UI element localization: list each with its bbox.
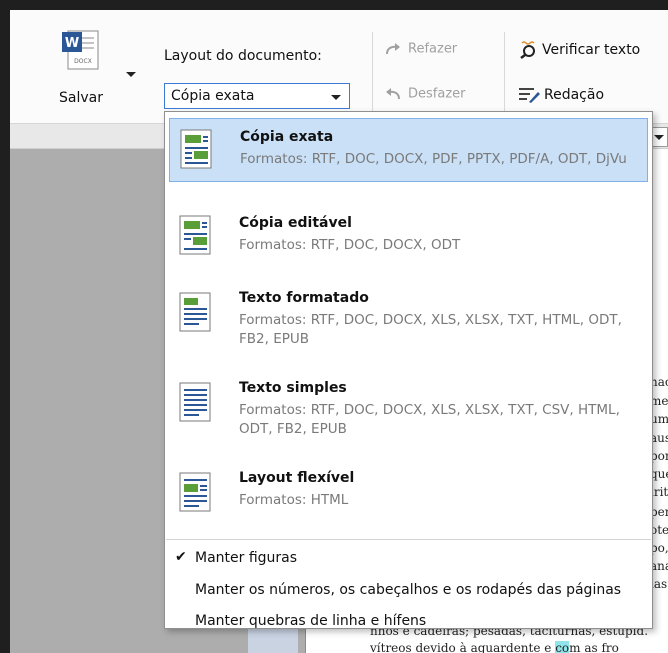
exact-copy-layout-icon bbox=[180, 129, 212, 169]
text-line: vítreos devido à aguardente e com as fro bbox=[370, 641, 619, 653]
formatted-text-layout-icon bbox=[179, 292, 211, 332]
option-title: Texto formatado bbox=[239, 290, 369, 306]
keep-headers-footers-option[interactable]: Manter os números, os cabeçalhos e os ro… bbox=[169, 578, 648, 604]
ribbon-toolbar: W DOCX Salvar Layout do documento: Cópia… bbox=[10, 10, 668, 124]
verify-text-button[interactable]: Verificar texto bbox=[518, 41, 640, 59]
layout-option-flexible-layout[interactable]: Layout flexível Formatos: HTML bbox=[169, 466, 648, 522]
docx-icon-text: DOCX bbox=[74, 58, 92, 65]
layout-label: Layout do documento: bbox=[164, 48, 322, 64]
option-formats: Formatos: RTF, DOC, DOCX, XLS, XLSX, TXT… bbox=[239, 312, 622, 347]
option-label: Manter figuras bbox=[195, 550, 298, 566]
option-label: Manter quebras de linha e hífens bbox=[195, 613, 427, 629]
layout-option-formatted-text[interactable]: Texto formatado Formatos: RTF, DOC, DOCX… bbox=[169, 286, 648, 358]
layout-select-value: Cópia exata bbox=[171, 88, 255, 104]
app-window: W DOCX Salvar Layout do documento: Cópia… bbox=[10, 10, 668, 653]
svg-text:W: W bbox=[65, 36, 79, 51]
save-button[interactable]: W DOCX Salvar bbox=[50, 30, 136, 118]
menu-divider bbox=[166, 539, 651, 540]
option-label: Manter os números, os cabeçalhos e os ro… bbox=[195, 582, 622, 598]
option-title: Texto simples bbox=[239, 380, 347, 396]
verify-text-label: Verificar texto bbox=[542, 42, 641, 58]
redaction-button[interactable]: Redação bbox=[518, 86, 604, 104]
option-formats: Formatos: RTF, DOC, DOCX, PDF, PPTX, PDF… bbox=[240, 151, 627, 167]
chevron-down-icon bbox=[331, 95, 341, 100]
option-formats: Formatos: RTF, DOC, DOCX, XLS, XLSX, TXT… bbox=[239, 402, 620, 437]
option-title: Layout flexível bbox=[239, 470, 355, 486]
magnifier-icon bbox=[520, 41, 535, 59]
save-dropdown-caret-icon[interactable] bbox=[126, 72, 136, 77]
flexible-layout-icon bbox=[179, 472, 211, 512]
option-title: Cópia editável bbox=[239, 215, 352, 231]
plain-text-layout-icon bbox=[179, 382, 211, 422]
layout-option-editable-copy[interactable]: Cópia editável Formatos: RTF, DOC, DOCX,… bbox=[169, 211, 648, 267]
ribbon-separator bbox=[372, 32, 373, 116]
redo-label: Refazer bbox=[408, 41, 458, 57]
docx-file-icon: W DOCX bbox=[62, 30, 99, 70]
layout-dropdown-menu: Cópia exata Formatos: RTF, DOC, DOCX, PD… bbox=[164, 111, 653, 629]
layout-select[interactable]: Cópia exata bbox=[164, 83, 350, 109]
redaction-label: Redação bbox=[544, 87, 605, 103]
layout-option-plain-text[interactable]: Texto simples Formatos: RTF, DOC, DOCX, … bbox=[169, 376, 648, 448]
redaction-icon bbox=[519, 88, 540, 103]
option-formats: Formatos: RTF, DOC, DOCX, ODT bbox=[239, 237, 461, 253]
save-label: Salvar bbox=[59, 90, 103, 106]
ribbon-separator bbox=[504, 32, 505, 116]
keep-figures-option[interactable]: ✔ Manter figuras bbox=[169, 546, 648, 572]
checkmark-icon: ✔ bbox=[175, 549, 187, 565]
undo-icon bbox=[386, 88, 400, 100]
keep-line-breaks-option[interactable]: Manter quebras de linha e hífens bbox=[169, 609, 648, 635]
option-formats: Formatos: HTML bbox=[239, 492, 349, 508]
editable-copy-layout-icon bbox=[179, 215, 211, 255]
layout-option-exact-copy[interactable]: Cópia exata Formatos: RTF, DOC, DOCX, PD… bbox=[169, 118, 648, 182]
search-highlight: co bbox=[555, 641, 570, 653]
undo-button[interactable]: Desfazer bbox=[384, 86, 466, 102]
redo-icon bbox=[386, 43, 400, 55]
redo-button[interactable]: Refazer bbox=[384, 41, 457, 57]
undo-label: Desfazer bbox=[408, 86, 466, 102]
option-title: Cópia exata bbox=[240, 129, 334, 145]
